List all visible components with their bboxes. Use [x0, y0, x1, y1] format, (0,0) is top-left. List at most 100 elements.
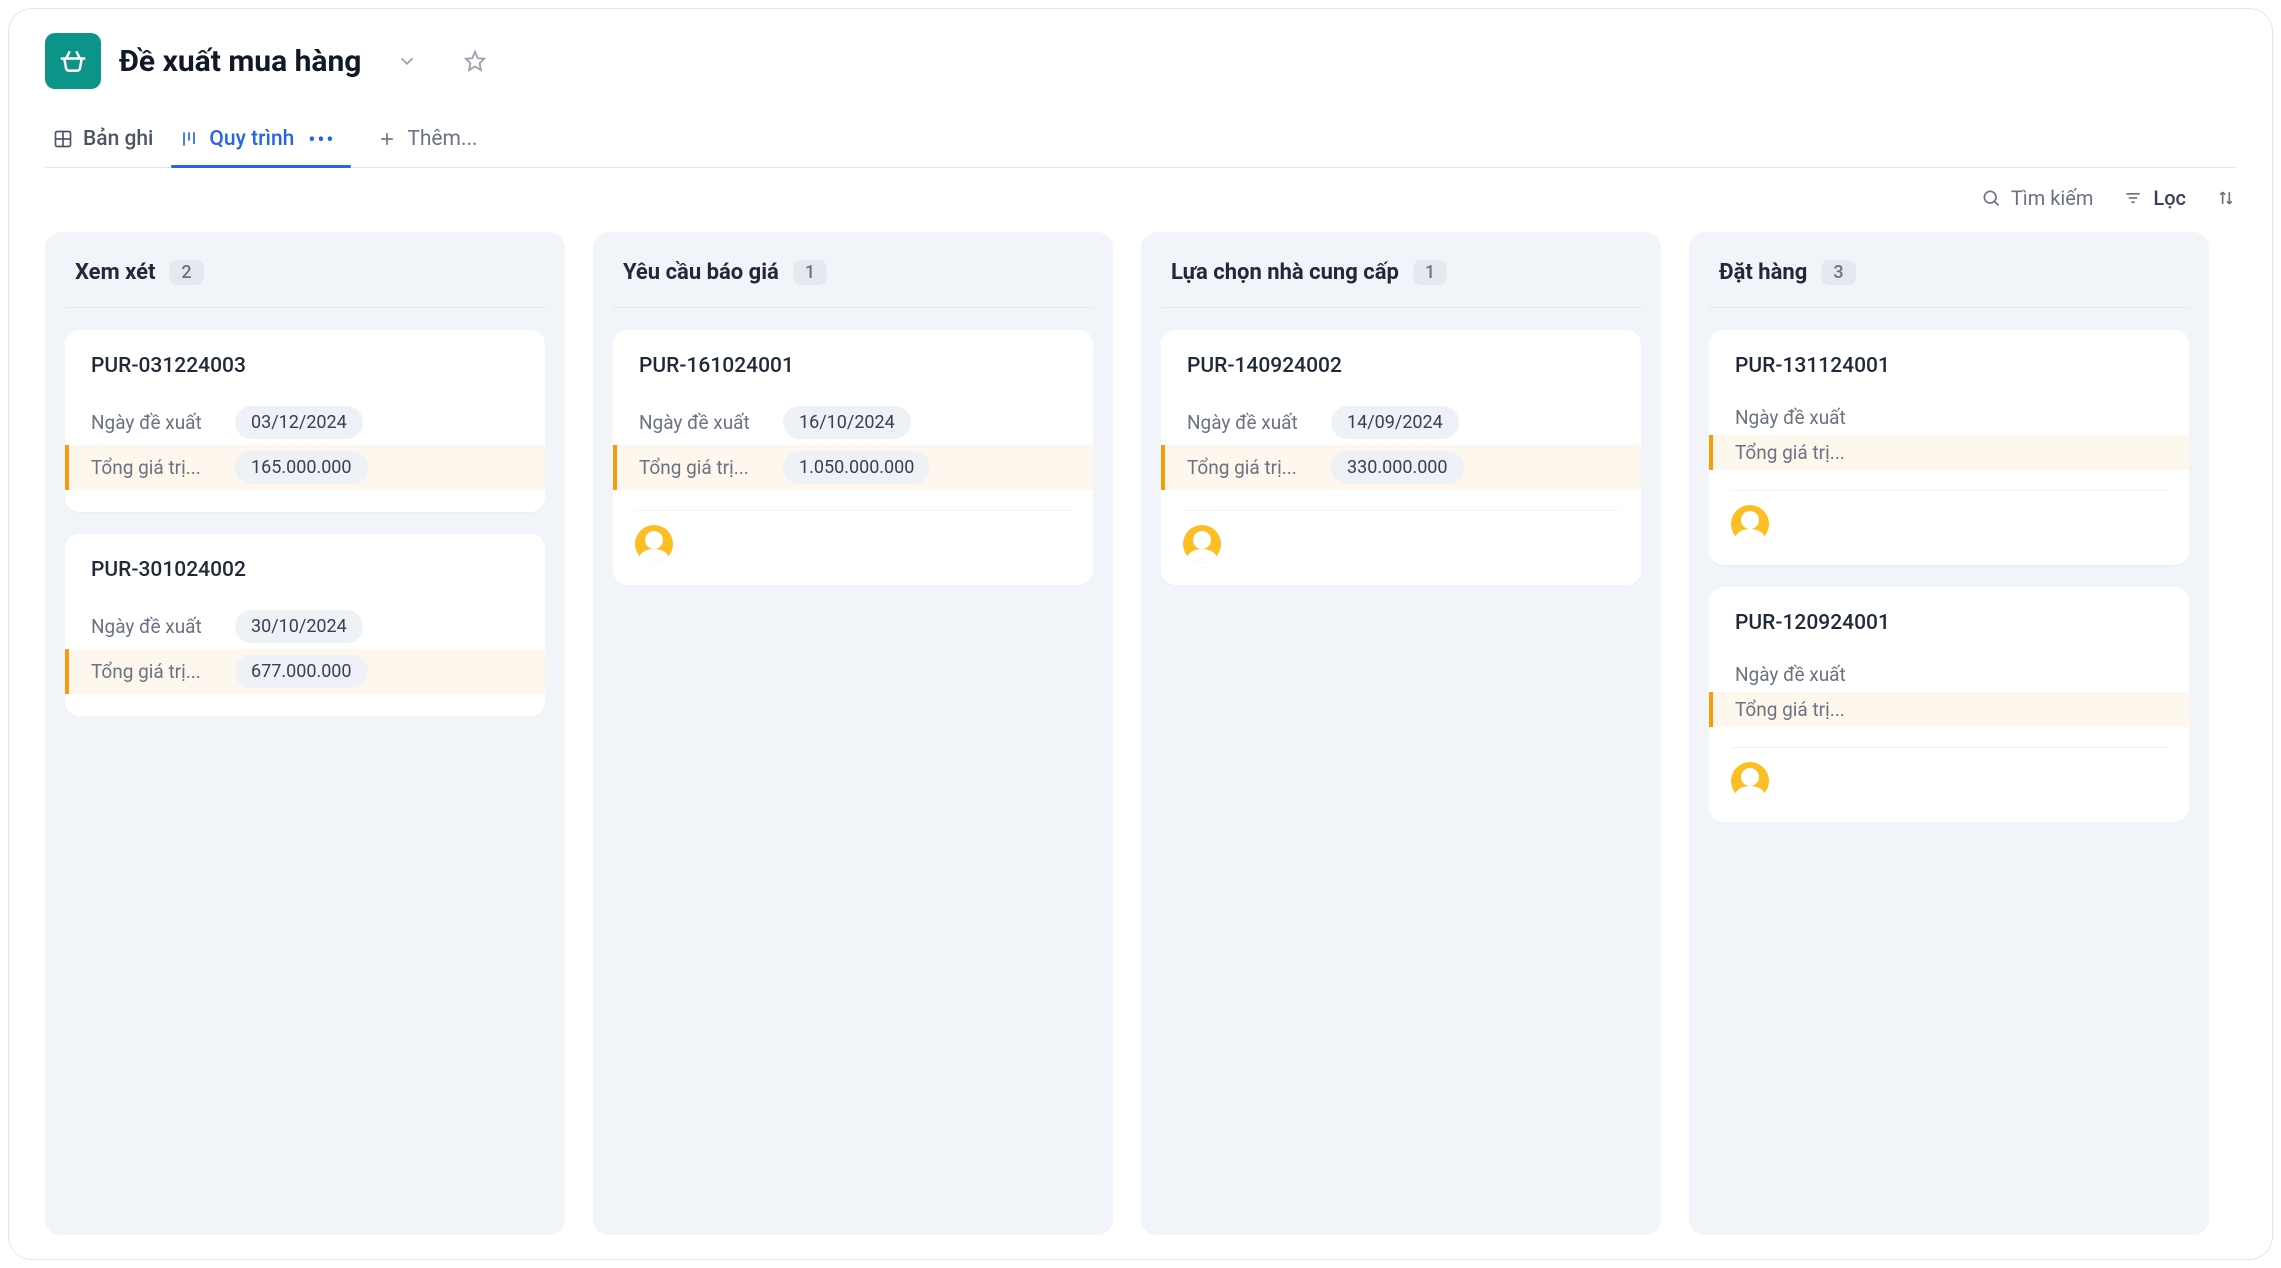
card-id: PUR-140924002: [1183, 354, 1619, 378]
column-count-badge: 3: [1821, 260, 1855, 285]
tab-add[interactable]: Thêm...: [357, 117, 489, 167]
column-header: Lựa chọn nhà cung cấp 1: [1161, 256, 1641, 308]
app-frame: Đề xuất mua hàng Bản ghi Quy trình ••• T…: [8, 8, 2273, 1260]
favorite-button[interactable]: [457, 43, 493, 79]
column-cards: PUR-131124001 Ngày đề xuất Tổng giá trị...…: [1709, 330, 2189, 822]
column-count-badge: 2: [169, 260, 203, 285]
field-value-date: 14/09/2024: [1331, 406, 1459, 439]
card-divider: [635, 510, 1071, 511]
kanban-column: Đặt hàng 3 PUR-131124001 Ngày đề xuất Tổng g…: [1689, 232, 2209, 1235]
column-header: Xem xét 2: [65, 256, 545, 308]
plus-icon: [377, 129, 397, 149]
column-cards: PUR-140924002 Ngày đề xuất 14/09/2024 Tổng …: [1161, 330, 1641, 585]
card-field-date: Ngày đề xuất 14/09/2024: [1183, 400, 1619, 445]
title-dropdown[interactable]: [389, 43, 425, 79]
page-title: Đề xuất mua hàng: [119, 44, 361, 79]
field-label-date: Ngày đề xuất: [1187, 411, 1317, 434]
card-field-total: Tổng giá trị...: [1709, 692, 2189, 727]
card-divider: [1183, 510, 1619, 511]
field-label-date: Ngày đề xuất: [91, 411, 221, 434]
column-header: Yêu cầu báo giá 1: [613, 256, 1093, 308]
column-title: Lựa chọn nhà cung cấp: [1171, 260, 1399, 285]
field-label-total: Tổng giá trị...: [1735, 698, 1865, 721]
basket-icon: [45, 33, 101, 89]
card-field-total: Tổng giá trị... 165.000.000: [65, 445, 545, 490]
field-value-total: 677.000.000: [235, 655, 368, 688]
column-count-badge: 1: [1413, 260, 1447, 285]
star-icon: [464, 50, 486, 72]
column-title: Yêu cầu báo giá: [623, 260, 779, 285]
title-row: Đề xuất mua hàng: [45, 33, 2236, 89]
sort-button[interactable]: [2216, 188, 2236, 208]
card-divider: [1731, 747, 2167, 748]
field-value-total: 165.000.000: [235, 451, 368, 484]
field-label-date: Ngày đề xuất: [1735, 663, 1865, 686]
card-field-date: Ngày đề xuất 16/10/2024: [635, 400, 1071, 445]
kanban-card[interactable]: PUR-161024001 Ngày đề xuất 16/10/2024 Tổng …: [613, 330, 1093, 585]
card-field-date: Ngày đề xuất 30/10/2024: [87, 604, 523, 649]
field-label-total: Tổng giá trị...: [639, 456, 769, 479]
tab-process-label: Quy trình: [209, 127, 294, 151]
column-cards: PUR-161024001 Ngày đề xuất 16/10/2024 Tổng …: [613, 330, 1093, 585]
field-label-total: Tổng giá trị...: [91, 660, 221, 683]
column-title: Xem xét: [75, 260, 155, 285]
card-field-total: Tổng giá trị... 677.000.000: [65, 649, 545, 694]
sort-icon: [2216, 188, 2236, 208]
toolbar: Tìm kiếm Lọc: [9, 168, 2272, 222]
kanban-card[interactable]: PUR-031224003 Ngày đề xuất 03/12/2024 Tổng …: [65, 330, 545, 512]
filter-icon: [2123, 188, 2143, 208]
kanban-column: Yêu cầu báo giá 1 PUR-161024001 Ngày đề xuấ…: [593, 232, 1113, 1235]
card-field-date: Ngày đề xuất 03/12/2024: [87, 400, 523, 445]
field-label-date: Ngày đề xuất: [639, 411, 769, 434]
tab-process[interactable]: Quy trình •••: [171, 117, 351, 167]
tab-add-label: Thêm...: [407, 127, 477, 151]
card-field-total: Tổng giá trị...: [1709, 435, 2189, 470]
column-cards: PUR-031224003 Ngày đề xuất 03/12/2024 Tổng …: [65, 330, 545, 716]
field-label-total: Tổng giá trị...: [1735, 441, 1865, 464]
field-label-date: Ngày đề xuất: [1735, 406, 1865, 429]
column-header: Đặt hàng 3: [1709, 256, 2189, 308]
card-id: PUR-031224003: [87, 354, 523, 378]
tab-records-label: Bản ghi: [83, 127, 153, 151]
kanban-card[interactable]: PUR-301024002 Ngày đề xuất 30/10/2024 Tổng …: [65, 534, 545, 716]
field-label-date: Ngày đề xuất: [91, 615, 221, 638]
kanban-card[interactable]: PUR-140924002 Ngày đề xuất 14/09/2024 Tổng …: [1161, 330, 1641, 585]
card-id: PUR-131124001: [1731, 354, 2167, 378]
field-value-date: 03/12/2024: [235, 406, 363, 439]
search-icon: [1981, 188, 2001, 208]
tab-more-icon[interactable]: •••: [304, 127, 339, 151]
assignee-avatar[interactable]: [635, 525, 673, 563]
assignee-avatar[interactable]: [1731, 762, 1769, 800]
header: Đề xuất mua hàng Bản ghi Quy trình ••• T…: [9, 9, 2272, 168]
tab-records[interactable]: Bản ghi: [45, 117, 165, 167]
assignee-avatar[interactable]: [1731, 505, 1769, 543]
card-field-date: Ngày đề xuất: [1731, 400, 2167, 435]
column-count-badge: 1: [793, 260, 827, 285]
kanban-board: Xem xét 2 PUR-031224003 Ngày đề xuất 03/12/2…: [9, 222, 2272, 1259]
card-field-total: Tổng giá trị... 1.050.000.000: [613, 445, 1093, 490]
filter-label: Lọc: [2153, 186, 2186, 210]
card-field-date: Ngày đề xuất: [1731, 657, 2167, 692]
card-id: PUR-161024001: [635, 354, 1071, 378]
kanban-column: Lựa chọn nhà cung cấp 1 PUR-140924002 Ngày …: [1141, 232, 1661, 1235]
field-value-date: 16/10/2024: [783, 406, 911, 439]
card-id: PUR-120924001: [1731, 611, 2167, 635]
field-value-total: 330.000.000: [1331, 451, 1464, 484]
kanban-card[interactable]: PUR-120924001 Ngày đề xuất Tổng giá trị...: [1709, 587, 2189, 822]
card-id: PUR-301024002: [87, 558, 523, 582]
chevron-down-icon: [396, 50, 418, 72]
kanban-icon: [179, 129, 199, 149]
kanban-card[interactable]: PUR-131124001 Ngày đề xuất Tổng giá trị...: [1709, 330, 2189, 565]
card-field-total: Tổng giá trị...330.000.000: [1161, 445, 1641, 490]
field-label-total: Tổng giá trị...: [91, 456, 221, 479]
assignee-avatar[interactable]: [1183, 525, 1221, 563]
column-title: Đặt hàng: [1719, 260, 1807, 285]
search-label: Tìm kiếm: [2011, 186, 2094, 210]
field-value-total: 1.050.000.000: [783, 451, 930, 484]
grid-icon: [53, 129, 73, 149]
filter-button[interactable]: Lọc: [2123, 186, 2186, 210]
search-button[interactable]: Tìm kiếm: [1981, 186, 2094, 210]
card-divider: [1731, 490, 2167, 491]
field-value-date: 30/10/2024: [235, 610, 363, 643]
kanban-column: Xem xét 2 PUR-031224003 Ngày đề xuất 03/12/2…: [45, 232, 565, 1235]
